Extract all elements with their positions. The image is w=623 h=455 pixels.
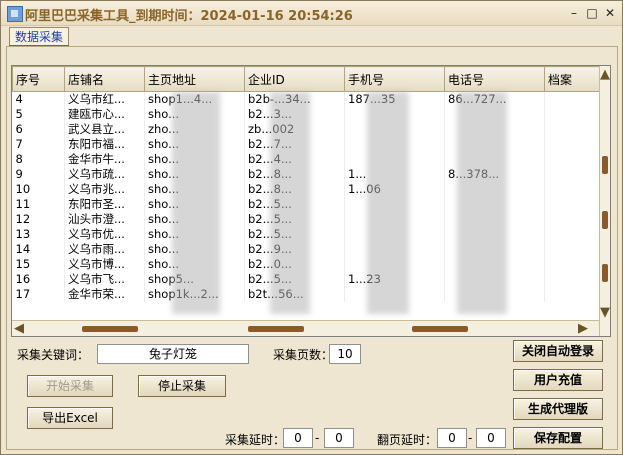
table-cell: [544, 152, 600, 167]
table-cell: [544, 197, 600, 212]
table-cell: 金华市牛...: [64, 152, 145, 167]
recharge-button[interactable]: 用户充值: [513, 369, 603, 391]
scroll-left-icon[interactable]: ◀: [14, 322, 24, 335]
start-collect-button[interactable]: 开始采集: [27, 375, 113, 397]
table-cell: [544, 122, 600, 137]
keyword-label: 采集关键词：: [17, 348, 90, 362]
scroll-thumb-horizontal[interactable]: [82, 326, 138, 332]
table-cell: 15: [12, 257, 65, 272]
table-cell: 13: [12, 227, 65, 242]
page-delay-from-input[interactable]: 0: [437, 428, 467, 448]
vertical-scrollbar[interactable]: ▲ ▼: [599, 66, 610, 336]
keyword-input[interactable]: 兔子灯笼: [97, 344, 249, 364]
table-cell: 义乌市飞...: [64, 272, 145, 287]
redaction-overlay: [457, 92, 507, 314]
table-cell: [544, 91, 600, 107]
column-header[interactable]: 序号: [12, 66, 65, 92]
redaction-overlay: [367, 92, 409, 314]
app-icon: [7, 6, 23, 22]
horizontal-scrollbar[interactable]: ◀ ▶: [12, 320, 599, 336]
scroll-track-mark: [602, 211, 608, 229]
page-delay-label: 翻页延时：: [377, 433, 438, 447]
results-table[interactable]: 序号 店铺名 主页地址 企业ID 手机号 电话号 档案 4义乌市红...shop…: [11, 65, 611, 337]
table-cell: 义乌市博...: [64, 257, 145, 272]
table-cell: 16: [12, 272, 65, 287]
table-cell: 义乌市优...: [64, 227, 145, 242]
scroll-thumb-vertical[interactable]: [602, 156, 608, 174]
delay-to-input[interactable]: 0: [324, 428, 354, 448]
table-cell: [544, 167, 600, 182]
table-cell: [544, 182, 600, 197]
title-bar: 阿里巴巴采集工具_到期时间：2024-01-16 20:54:26 – □ ✕: [1, 1, 622, 26]
generate-proxy-button[interactable]: 生成代理版: [513, 398, 603, 420]
delay-label: 采集延时：: [225, 433, 286, 447]
table-cell: 11: [12, 197, 65, 212]
table-cell: 东阳市圣...: [64, 197, 145, 212]
table-cell: 8: [12, 152, 65, 167]
column-header[interactable]: 企业ID: [244, 66, 345, 92]
column-header[interactable]: 主页地址: [144, 66, 245, 92]
table-cell: [544, 212, 600, 227]
table-cell: [544, 227, 600, 242]
table-cell: [544, 242, 600, 257]
app-window: 阿里巴巴采集工具_到期时间：2024-01-16 20:54:26 – □ ✕ …: [0, 0, 623, 455]
scroll-track-mark: [602, 264, 608, 282]
table-cell: 4: [12, 91, 65, 107]
close-icon[interactable]: ✕: [602, 5, 618, 21]
save-config-button[interactable]: 保存配置: [513, 427, 603, 449]
table-cell: 6: [12, 122, 65, 137]
table-cell: 义乌市兆...: [64, 182, 145, 197]
window-title: 阿里巴巴采集工具_到期时间：2024-01-16 20:54:26: [25, 9, 353, 24]
table-cell: 东阳市福...: [64, 137, 145, 152]
maximize-icon[interactable]: □: [584, 5, 600, 21]
scroll-track-mark: [412, 326, 468, 332]
table-cell: [544, 107, 600, 122]
export-excel-button[interactable]: 导出Excel: [27, 407, 113, 429]
page-delay-to-input[interactable]: 0: [476, 428, 506, 448]
column-header[interactable]: 电话号: [444, 66, 545, 92]
pages-input[interactable]: 10: [329, 344, 361, 364]
page-delay-separator: -: [468, 431, 473, 445]
table-cell: 7: [12, 137, 65, 152]
column-header[interactable]: 手机号: [344, 66, 445, 92]
table-cell: 建瓯市心...: [64, 107, 145, 122]
table-cell: 义乌市红...: [64, 91, 145, 107]
table-cell: 12: [12, 212, 65, 227]
table-cell: [544, 137, 600, 152]
table-cell: [544, 257, 600, 272]
stop-collect-button[interactable]: 停止采集: [138, 375, 226, 397]
pages-label: 采集页数：: [273, 348, 334, 362]
table-cell: 义乌市雨...: [64, 242, 145, 257]
table-cell: 14: [12, 242, 65, 257]
column-header[interactable]: 档案: [544, 66, 600, 92]
delay-separator: -: [315, 431, 320, 445]
scroll-right-icon[interactable]: ▶: [578, 322, 588, 335]
tab-data-collection[interactable]: 数据采集: [9, 27, 70, 46]
column-header[interactable]: 店铺名: [64, 66, 145, 92]
delay-from-input[interactable]: 0: [283, 428, 313, 448]
table-cell: 5: [12, 107, 65, 122]
redaction-overlay: [172, 92, 220, 314]
table-cell: 9: [12, 167, 65, 182]
redaction-overlay: [270, 92, 310, 314]
table-cell: [544, 287, 600, 302]
scroll-up-icon[interactable]: ▲: [600, 68, 610, 81]
scroll-track-mark: [248, 326, 304, 332]
table-cell: 武义县立...: [64, 122, 145, 137]
scroll-down-icon[interactable]: ▼: [600, 306, 610, 319]
table-cell: 汕头市澄...: [64, 212, 145, 227]
minimize-icon[interactable]: –: [566, 5, 582, 21]
table-cell: 义乌市疏...: [64, 167, 145, 182]
table-cell: 金华市荣...: [64, 287, 145, 302]
close-auto-login-button[interactable]: 关闭自动登录: [513, 340, 603, 362]
table-cell: [544, 272, 600, 287]
table-cell: 17: [12, 287, 65, 302]
table-cell: 10: [12, 182, 65, 197]
